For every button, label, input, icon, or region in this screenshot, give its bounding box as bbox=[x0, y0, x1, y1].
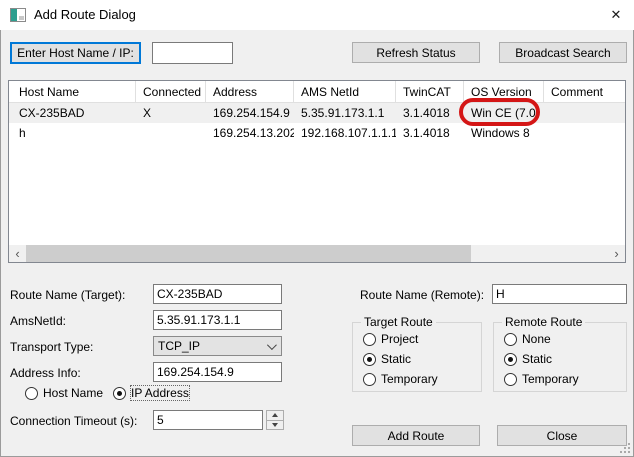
title-bar: Add Route Dialog ✕ bbox=[0, 0, 634, 30]
radio-icon bbox=[363, 333, 376, 346]
column-header-ams-netid[interactable]: AMS NetId bbox=[294, 81, 396, 102]
column-header-twincat[interactable]: TwinCAT bbox=[396, 81, 464, 102]
radio-label: Project bbox=[381, 332, 418, 346]
spin-down-button[interactable] bbox=[266, 421, 284, 431]
route-name-target-input[interactable] bbox=[153, 284, 282, 304]
radio-icon bbox=[504, 373, 517, 386]
column-header-comment[interactable]: Comment bbox=[544, 81, 625, 102]
radio-label: Temporary bbox=[381, 372, 438, 386]
chevron-down-icon bbox=[267, 340, 277, 350]
connection-timeout-stepper bbox=[266, 410, 284, 430]
radio-icon bbox=[504, 353, 517, 366]
cell-os-version: Windows 8 bbox=[464, 126, 544, 140]
remote-route-static-radio[interactable]: Static bbox=[504, 352, 552, 366]
host-name-radio[interactable]: Host Name bbox=[25, 386, 103, 400]
connection-timeout-label: Connection Timeout (s): bbox=[10, 414, 137, 428]
table-row[interactable]: h 169.254.13.202 192.168.107.1.1.1 3.1.4… bbox=[9, 123, 625, 143]
cell-host-name: CX-235BAD bbox=[9, 106, 136, 120]
broadcast-search-button[interactable]: Broadcast Search bbox=[499, 42, 627, 63]
close-button[interactable]: Close bbox=[497, 425, 627, 446]
triangle-up-icon bbox=[272, 413, 278, 417]
radio-label: Static bbox=[381, 352, 411, 366]
add-route-button[interactable]: Add Route bbox=[352, 425, 480, 446]
enter-host-name-button[interactable]: Enter Host Name / IP: bbox=[10, 42, 141, 64]
host-name-radio-label: Host Name bbox=[43, 386, 103, 400]
horizontal-scrollbar[interactable]: ‹ › bbox=[9, 245, 625, 262]
target-route-temporary-radio[interactable]: Temporary bbox=[363, 372, 438, 386]
route-name-remote-label: Route Name (Remote): bbox=[360, 288, 484, 302]
cell-ams-netid: 192.168.107.1.1.1 bbox=[294, 126, 396, 140]
column-header-os-version[interactable]: OS Version bbox=[464, 81, 544, 102]
connection-timeout-input[interactable] bbox=[153, 410, 263, 430]
scroll-right-icon[interactable]: › bbox=[608, 245, 625, 262]
routes-table: Host Name Connected Address AMS NetId Tw… bbox=[8, 80, 626, 263]
ip-address-radio[interactable]: IP Address bbox=[113, 386, 189, 400]
cell-connected: X bbox=[136, 106, 206, 120]
cell-address: 169.254.154.9 bbox=[206, 106, 294, 120]
radio-icon bbox=[25, 387, 38, 400]
close-icon: ✕ bbox=[611, 7, 622, 23]
radio-label: Static bbox=[522, 352, 552, 366]
cell-os-version: Win CE (7.0) bbox=[464, 106, 544, 120]
address-info-label: Address Info: bbox=[10, 366, 81, 380]
target-route-project-radio[interactable]: Project bbox=[363, 332, 418, 346]
ams-netid-input[interactable] bbox=[153, 310, 282, 330]
radio-icon bbox=[113, 387, 126, 400]
route-name-remote-input[interactable] bbox=[492, 284, 627, 304]
remote-route-group: Remote Route None Static Temporary bbox=[493, 322, 627, 392]
transport-type-label: Transport Type: bbox=[10, 340, 93, 354]
target-route-title: Target Route bbox=[361, 315, 436, 329]
target-route-group: Target Route Project Static Temporary bbox=[352, 322, 482, 392]
column-header-host-name[interactable]: Host Name bbox=[9, 81, 136, 102]
resize-grip[interactable] bbox=[620, 443, 630, 453]
ams-netid-label: AmsNetId: bbox=[10, 314, 66, 328]
cell-twincat: 3.1.4018 bbox=[396, 126, 464, 140]
route-name-target-label: Route Name (Target): bbox=[10, 288, 125, 302]
target-route-static-radio[interactable]: Static bbox=[363, 352, 411, 366]
app-window-icon bbox=[10, 8, 26, 22]
column-header-connected[interactable]: Connected bbox=[136, 81, 206, 102]
window-title: Add Route Dialog bbox=[34, 7, 136, 22]
scrollbar-thumb[interactable] bbox=[26, 245, 471, 262]
triangle-down-icon bbox=[272, 423, 278, 427]
cell-host-name: h bbox=[9, 126, 136, 140]
cell-twincat: 3.1.4018 bbox=[396, 106, 464, 120]
table-row[interactable]: CX-235BAD X 169.254.154.9 5.35.91.173.1.… bbox=[9, 103, 625, 123]
host-name-input[interactable] bbox=[152, 42, 233, 64]
transport-type-value: TCP_IP bbox=[158, 339, 200, 353]
radio-icon bbox=[363, 373, 376, 386]
scroll-left-icon[interactable]: ‹ bbox=[9, 245, 26, 262]
cell-ams-netid: 5.35.91.173.1.1 bbox=[294, 106, 396, 120]
remote-route-none-radio[interactable]: None bbox=[504, 332, 551, 346]
table-header: Host Name Connected Address AMS NetId Tw… bbox=[9, 81, 625, 103]
radio-icon bbox=[504, 333, 517, 346]
add-route-dialog: Add Route Dialog ✕ Enter Host Name / IP:… bbox=[0, 0, 634, 457]
spin-up-button[interactable] bbox=[266, 410, 284, 421]
remote-route-temporary-radio[interactable]: Temporary bbox=[504, 372, 579, 386]
remote-route-title: Remote Route bbox=[502, 315, 585, 329]
ip-address-radio-label: IP Address bbox=[131, 386, 189, 400]
column-header-address[interactable]: Address bbox=[206, 81, 294, 102]
radio-label: Temporary bbox=[522, 372, 579, 386]
radio-icon bbox=[363, 353, 376, 366]
address-info-input[interactable] bbox=[153, 362, 282, 382]
close-window-button[interactable]: ✕ bbox=[598, 0, 634, 30]
radio-label: None bbox=[522, 332, 551, 346]
cell-address: 169.254.13.202 bbox=[206, 126, 294, 140]
transport-type-dropdown[interactable]: TCP_IP bbox=[153, 336, 282, 356]
refresh-status-button[interactable]: Refresh Status bbox=[352, 42, 480, 63]
